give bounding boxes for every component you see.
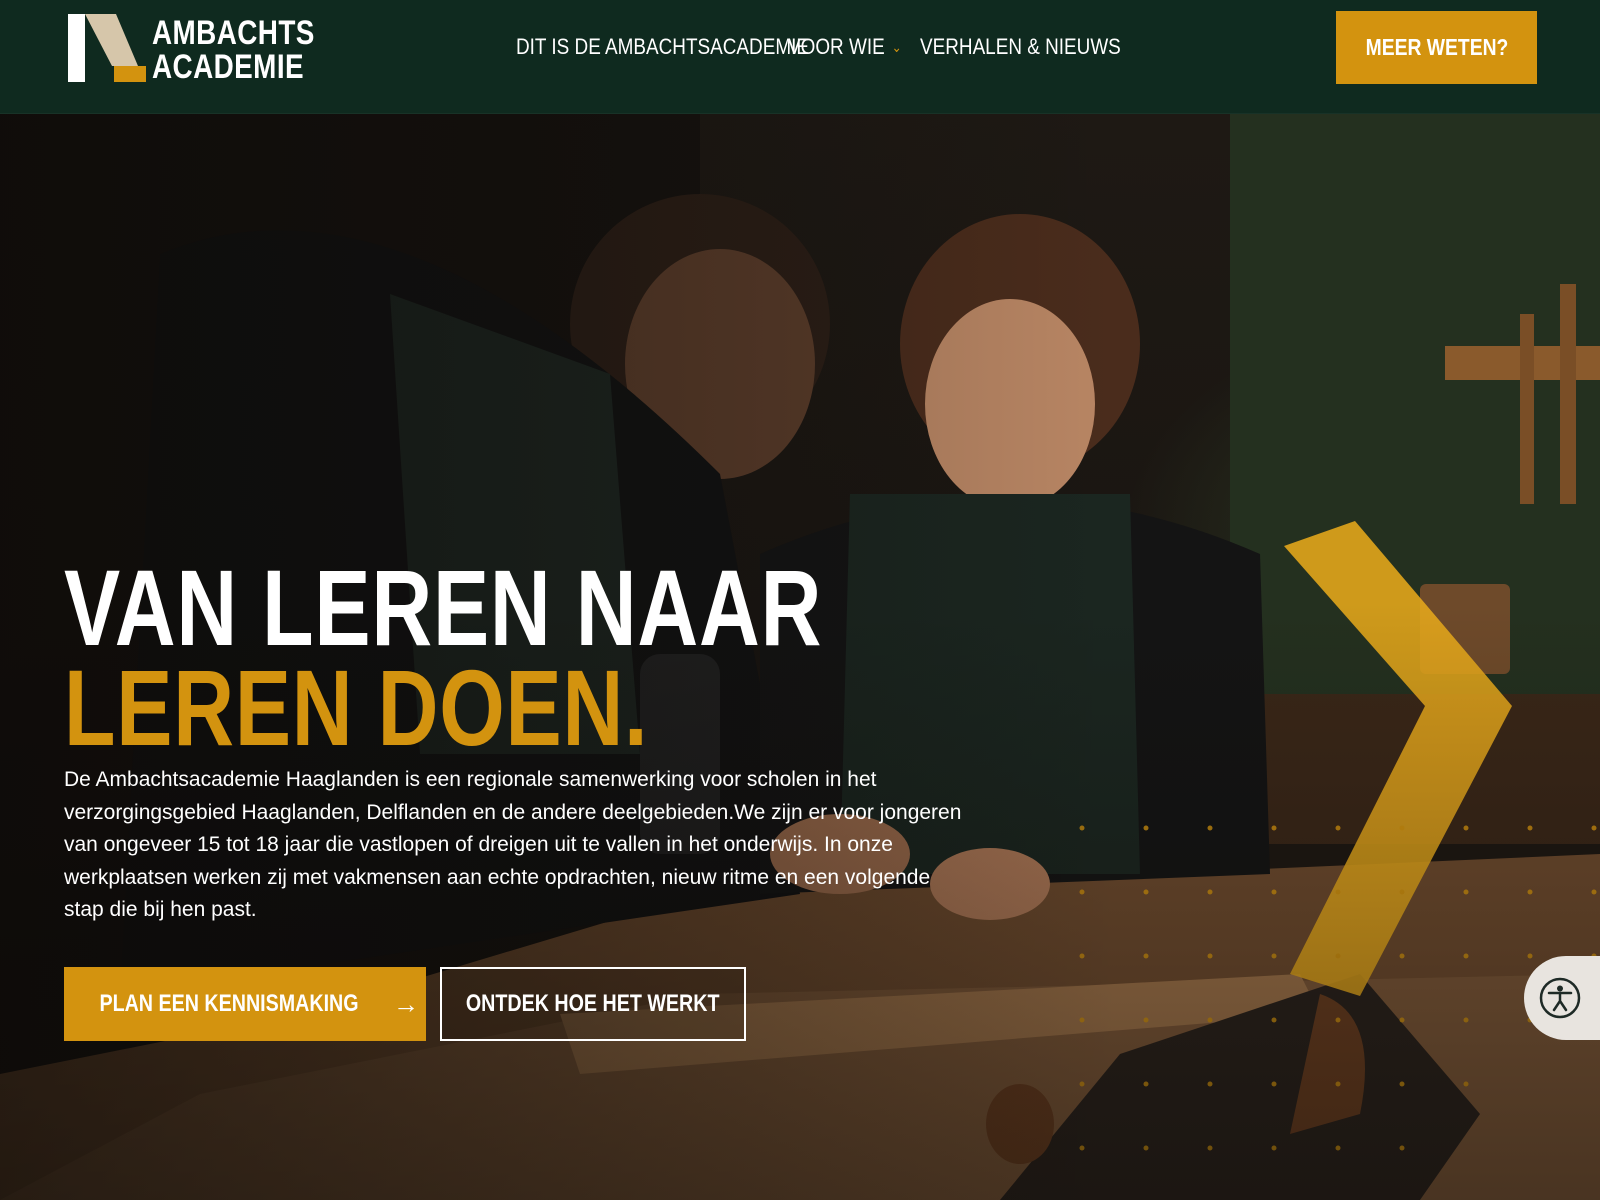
chevron-down-icon: ⌄ — [891, 38, 902, 55]
logo-mark-icon — [68, 14, 146, 82]
hero-headline: VAN LEREN NAAR LEREN DOEN. — [64, 547, 964, 768]
headline-line-2: LEREN DOEN. — [64, 647, 649, 768]
hero-intro: De Ambachtsacademie Haaglanden is een re… — [64, 764, 1164, 927]
nav-item-dit-is-de-ambachtsacademie[interactable]: DIT IS DE AMBACHTSACADEMIE — [516, 34, 809, 60]
logo[interactable]: AMBACHTS ACADEMIE — [68, 14, 314, 84]
meer-weten-button[interactable]: MEER WETEN? — [1336, 11, 1537, 84]
intro-text: De Ambachtsacademie Haaglanden is een re… — [64, 768, 962, 921]
logo-wordmark: AMBACHTS ACADEMIE — [152, 14, 315, 86]
accessibility-widget[interactable] — [1524, 956, 1600, 1040]
site-header: AMBACHTS ACADEMIE DIT IS DE AMBACHTSACAD… — [0, 0, 1600, 114]
nav-item-voor-wie[interactable]: VOOR WIE ⌄ — [788, 34, 902, 60]
accessibility-icon — [1539, 977, 1581, 1019]
main-nav: DIT IS DE AMBACHTSACADEMIE VOOR WIE ⌄ VE… — [516, 32, 1154, 62]
ontdek-hoe-het-werkt-button[interactable]: ONTDEK HOE HET WERKT — [440, 967, 746, 1041]
arrow-right-icon: → — [393, 988, 420, 1019]
headline-line-1: VAN LEREN NAAR — [64, 547, 823, 668]
nav-item-verhalen-nieuws[interactable]: VERHALEN & NIEUWS — [920, 34, 1121, 60]
plan-kennismaking-button[interactable]: PLAN EEN KENNISMAKING → — [64, 967, 426, 1041]
